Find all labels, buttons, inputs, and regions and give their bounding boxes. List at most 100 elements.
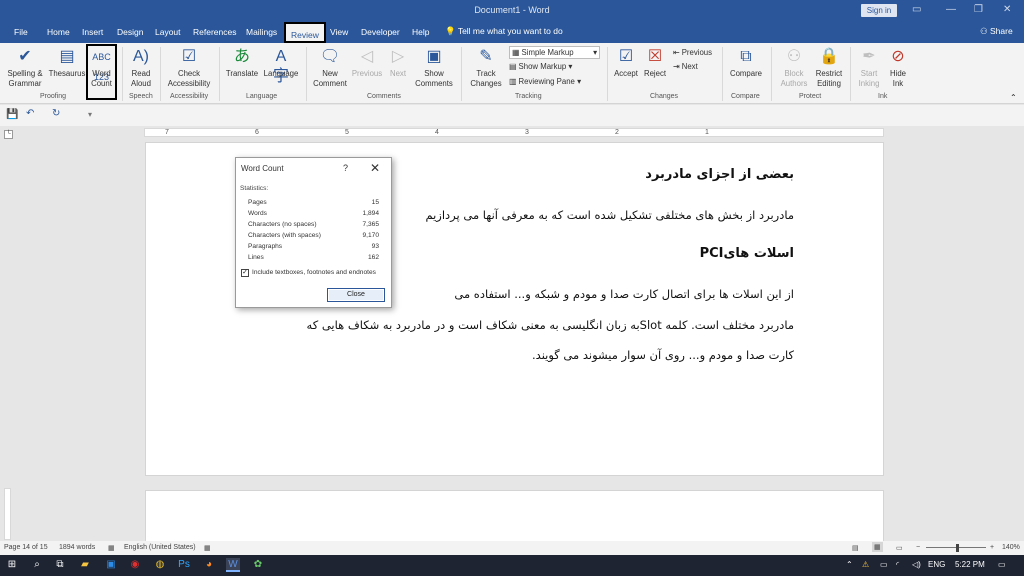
include-textboxes-checkbox[interactable]: ✓ (241, 269, 249, 277)
spellcheck-icon: ✔ (18, 48, 32, 65)
zoom-slider-thumb[interactable] (956, 544, 959, 552)
markup-display-select[interactable]: ▦ Simple Markup ▾ (509, 46, 600, 59)
tab-view[interactable]: View (330, 26, 348, 38)
firefox-icon[interactable]: ◕ (202, 558, 216, 572)
ribbon-display-icon[interactable]: ▭ (912, 3, 921, 17)
close-button[interactable]: Close (327, 288, 385, 302)
show-markup-button[interactable]: ▤ Show Markup ▾ (509, 61, 572, 72)
proofing-icon[interactable]: ▦ (108, 544, 115, 552)
close-window-icon[interactable]: ✕ (1003, 3, 1011, 17)
chrome-icon[interactable]: ◍ (153, 558, 167, 572)
record-app-icon[interactable]: ◉ (128, 558, 142, 572)
reviewing-pane-icon: ▥ (509, 77, 519, 86)
minimize-icon[interactable]: — (946, 3, 956, 17)
tab-layout[interactable]: Layout (155, 26, 181, 38)
tab-home[interactable]: Home (47, 26, 70, 38)
zoom-out-icon[interactable]: − (916, 544, 920, 551)
vertical-ruler[interactable] (4, 488, 11, 540)
tab-selector-icon[interactable]: └ (4, 130, 13, 139)
zoom-level[interactable]: 140% (1002, 544, 1020, 551)
read-mode-icon[interactable]: ▤ (852, 544, 859, 552)
macro-icon[interactable]: ▦ (204, 544, 211, 552)
previous-comment-button[interactable]: ◁ Previous (350, 45, 384, 79)
tab-help[interactable]: Help (412, 26, 429, 38)
language-icon: A字 (272, 48, 289, 85)
restore-icon[interactable]: ❐ (974, 3, 983, 17)
app-icon[interactable]: ✿ (251, 558, 265, 572)
paragraph-line-1: از این اسلات ها برای اتصال کارت صدا و مو… (454, 287, 794, 301)
stat-label: Characters (no spaces) (248, 221, 317, 228)
close-icon[interactable]: ✕ (370, 161, 380, 175)
tab-file[interactable]: File (14, 26, 28, 38)
divider (160, 47, 161, 101)
word-app-icon[interactable]: W (226, 558, 240, 572)
warning-icon[interactable]: ⚠ (862, 560, 869, 569)
language-indicator[interactable]: English (United States) (124, 544, 196, 551)
zoom-in-icon[interactable]: + (990, 544, 994, 551)
group-language: Language (246, 93, 278, 100)
windows-start-icon[interactable]: ⊞ (5, 558, 19, 572)
photoshop-icon[interactable]: Ps (177, 558, 191, 572)
language-button[interactable]: A字 Language (261, 45, 301, 85)
ruler-tick: 1 (705, 129, 709, 136)
reject-button[interactable]: ☒ Reject (641, 45, 669, 79)
compare-label: Compare (729, 69, 763, 78)
tab-references[interactable]: References (193, 26, 236, 38)
clock[interactable]: 5:22 PM (955, 560, 985, 569)
track-changes-button[interactable]: ✎ Track Changes (465, 45, 507, 89)
translate-button[interactable]: あ Translate (223, 45, 261, 79)
redo-icon[interactable]: ↻ (52, 108, 60, 119)
stat-row-pages: Pages 15 (248, 199, 379, 206)
read-aloud-button[interactable]: A) Read Aloud (126, 45, 156, 89)
accept-button[interactable]: ☑ Accept (611, 45, 641, 79)
file-explorer-icon[interactable]: ▰ (78, 558, 92, 572)
help-icon[interactable]: ? (343, 163, 348, 173)
tab-developer[interactable]: Developer (361, 26, 400, 38)
compare-button[interactable]: ⧉ Compare (726, 45, 766, 79)
horizontal-ruler[interactable]: 7 6 5 4 3 2 1 (144, 128, 884, 137)
divider (219, 47, 220, 101)
check-accessibility-button[interactable]: ☑ Check Accessibility (164, 45, 214, 89)
word-count-indicator[interactable]: 1894 words (59, 544, 95, 551)
person-icon: ⚇ (980, 26, 988, 36)
tell-me-search[interactable]: 💡 Tell me what you want to do (445, 26, 563, 37)
block-authors-button[interactable]: ⚇ Block Authors (775, 45, 813, 89)
next-change-button[interactable]: ⇥ Next (673, 61, 698, 72)
page-indicator[interactable]: Page 14 of 15 (4, 544, 48, 551)
restrict-editing-button[interactable]: 🔒 Restrict Editing (813, 45, 845, 89)
task-view-icon[interactable]: ⧉ (53, 558, 67, 572)
input-language[interactable]: ENG (928, 560, 945, 569)
hide-ink-button[interactable]: ⊘ Hide Ink (884, 45, 912, 89)
tab-review[interactable]: Review (284, 22, 326, 43)
customize-toolbar-icon[interactable]: ▾ (88, 110, 92, 119)
ruler-tick: 2 (615, 129, 619, 136)
tab-design[interactable]: Design (117, 26, 143, 38)
notifications-icon[interactable]: ▭ (998, 560, 1006, 569)
collapse-ribbon-icon[interactable]: ⌃ (1010, 93, 1017, 102)
store-icon[interactable]: ▣ (104, 558, 118, 572)
undo-icon[interactable]: ↶ (26, 108, 34, 119)
search-icon[interactable]: ⌕ (30, 558, 44, 572)
show-comments-button[interactable]: ▣ Show Comments (412, 45, 456, 89)
ruler-tick: 6 (255, 129, 259, 136)
network-icon[interactable]: ▭ (880, 560, 888, 569)
spelling-grammar-button[interactable]: ✔ Spelling & Grammar (4, 45, 46, 89)
save-icon[interactable]: 💾 (6, 109, 18, 120)
wifi-icon[interactable]: ◜ (896, 560, 899, 569)
tab-mailings[interactable]: Mailings (246, 26, 277, 38)
tray-chevron-icon[interactable]: ⌃ (846, 560, 853, 569)
web-layout-icon[interactable]: ▭ (896, 544, 903, 552)
tab-insert[interactable]: Insert (82, 26, 103, 38)
share-button[interactable]: ⚇ Share (980, 26, 1013, 37)
reviewing-pane-button[interactable]: ▥ Reviewing Pane ▾ (509, 76, 581, 87)
sign-in-button[interactable]: Sign in (861, 4, 897, 17)
print-layout-icon[interactable]: ▦ (872, 542, 883, 552)
start-inking-button[interactable]: ✒ Start Inking (854, 45, 884, 89)
group-tracking: Tracking (515, 93, 542, 100)
volume-icon[interactable]: ◁) (912, 560, 921, 569)
lightbulb-icon: 💡 (445, 26, 456, 36)
new-comment-button[interactable]: 🗨 New Comment (310, 45, 350, 89)
next-comment-button[interactable]: ▷ Next (384, 45, 412, 79)
thesaurus-button[interactable]: ▤ Thesaurus (48, 45, 86, 79)
previous-change-button[interactable]: ⇤ Previous (673, 47, 712, 58)
